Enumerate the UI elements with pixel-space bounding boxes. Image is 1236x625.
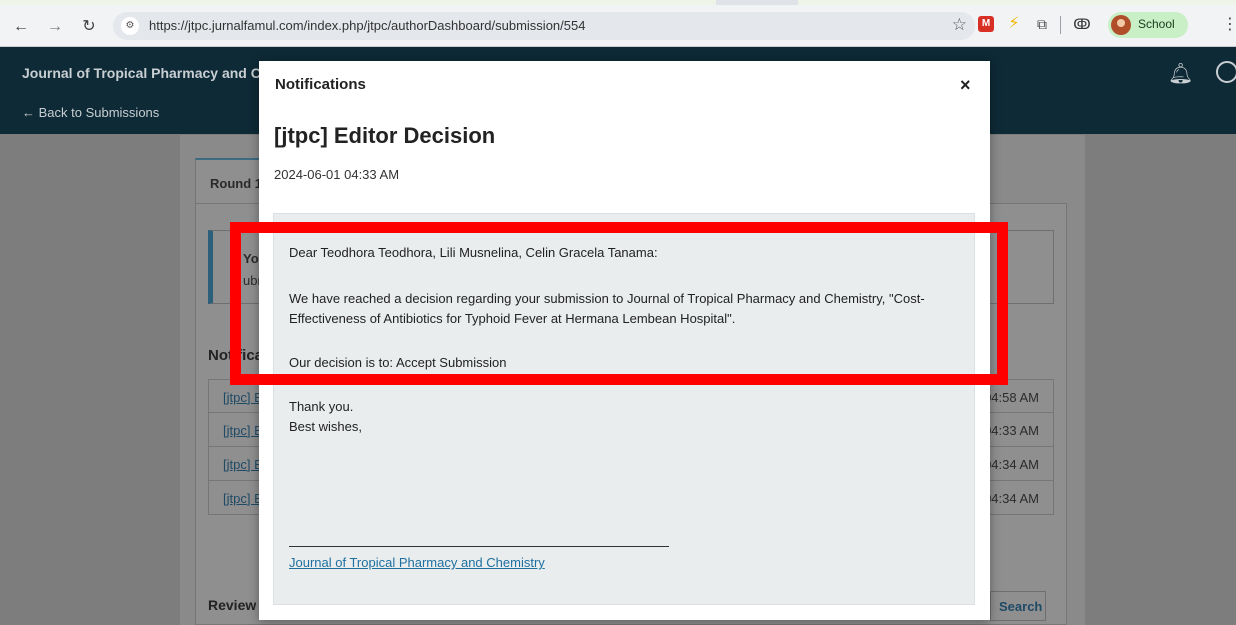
g-icon[interactable]: ↂ — [1072, 14, 1092, 34]
journal-signature-link[interactable]: Journal of Tropical Pharmacy and Chemist… — [289, 555, 545, 570]
signature-divider — [289, 546, 669, 547]
kebab-menu-icon[interactable]: ⋮ — [1222, 14, 1236, 34]
url-text[interactable]: https://jtpc.jurnalfamul.com/index.php/j… — [149, 18, 585, 33]
tab-strip — [0, 0, 1236, 5]
notification-modal: Notifications × [jtpc] Editor Decision 2… — [259, 61, 990, 620]
forward-icon[interactable]: → — [44, 16, 66, 38]
puzzle-icon[interactable]: ⧉ — [1032, 14, 1052, 34]
browser-toolbar: ← → ↻ ⚙ https://jtpc.jurnalfamul.com/ind… — [0, 0, 1236, 47]
message-body: Dear Teodhora Teodhora, Lili Musnelina, … — [273, 213, 975, 605]
message-thanks: Thank you. — [289, 399, 354, 414]
user-icon[interactable] — [1216, 61, 1236, 83]
search-button[interactable]: Search — [990, 591, 1046, 621]
message-greeting: Dear Teodhora Teodhora, Lili Musnelina, … — [289, 245, 658, 260]
bolt-icon[interactable]: ⚡ — [1004, 14, 1024, 34]
tab-segment — [0, 0, 716, 5]
extension-icon[interactable]: M — [978, 16, 994, 32]
tab-round-1[interactable]: Round 1 — [195, 158, 265, 204]
message-date: 2024-06-01 04:33 AM — [274, 167, 400, 182]
message-closing: Best wishes, — [289, 419, 362, 434]
message-subject: [jtpc] Editor Decision — [274, 123, 496, 148]
address-bar[interactable]: ⚙ https://jtpc.jurnalfamul.com/index.php… — [113, 12, 975, 40]
tab-segment — [798, 0, 1236, 5]
back-icon[interactable]: ← — [10, 16, 32, 38]
toolbar-divider — [1060, 16, 1061, 34]
profile-button[interactable]: School — [1108, 12, 1188, 38]
modal-title: Notifications — [275, 76, 366, 93]
star-icon[interactable]: ☆ — [952, 15, 967, 35]
bell-icon[interactable]: 🔔︎ — [1168, 61, 1193, 86]
message-paragraph: We have reached a decision regarding you… — [289, 291, 925, 326]
site-info-icon[interactable]: ⚙ — [121, 17, 139, 35]
message-decision: Our decision is to: Accept Submission — [289, 355, 507, 370]
tab-label: Round 1 — [210, 176, 262, 191]
back-to-submissions-link[interactable]: ← Back to Submissions — [22, 105, 159, 120]
reload-icon[interactable]: ↻ — [78, 16, 100, 38]
search-label: Search — [999, 599, 1043, 614]
profile-label: School — [1138, 17, 1175, 31]
close-icon[interactable]: × — [960, 75, 971, 96]
avatar — [1111, 15, 1131, 35]
